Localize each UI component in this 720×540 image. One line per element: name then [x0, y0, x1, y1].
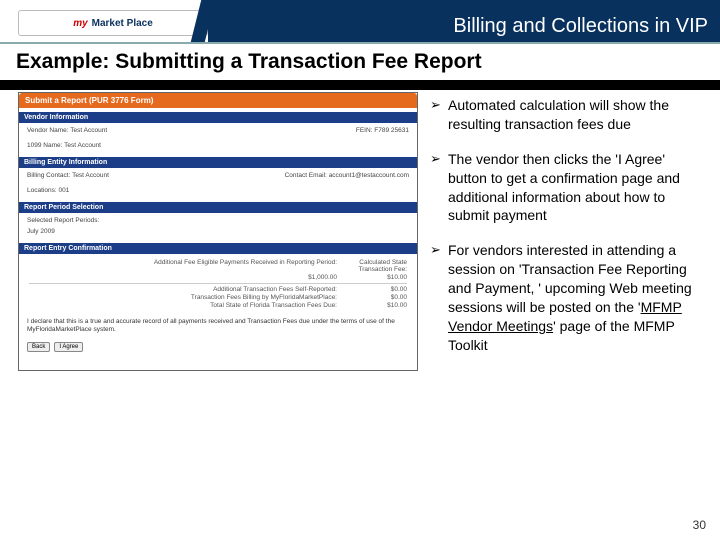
agree-button[interactable]: I Agree: [54, 342, 83, 352]
form-buttons: Back I Agree: [19, 339, 417, 358]
brand-logo: my Market Place: [18, 10, 208, 36]
calc-table: Additional Fee Eligible Payments Receive…: [19, 254, 417, 314]
form-title-band: Submit a Report (PUR 3776 Form): [19, 93, 417, 108]
period-value-row: July 2009: [19, 228, 417, 239]
section-underline: [0, 80, 720, 90]
vendor-info-band: Vendor Information: [19, 112, 417, 123]
page-title: Billing and Collections in VIP: [453, 15, 708, 38]
vendor-name-label: Vendor Name: Test Account: [27, 127, 107, 134]
period-value: July 2009: [27, 228, 55, 235]
period-band: Report Period Selection: [19, 202, 417, 213]
confirm-band: Report Entry Confirmation: [19, 243, 417, 254]
vendor-row-1: Vendor Name: Test Account FEIN: F789 256…: [19, 123, 417, 138]
slide-subheading: Example: Submitting a Transaction Fee Re…: [0, 44, 720, 78]
billing-row-1: Billing Contact: Test Account Contact Em…: [19, 168, 417, 183]
billing-row-2: Locations: 001: [19, 183, 417, 198]
logo-right: Market Place: [92, 18, 153, 29]
logo-left: my: [73, 18, 87, 29]
billing-contact: Billing Contact: Test Account: [27, 172, 109, 179]
title-bar: Billing and Collections in VIP: [208, 0, 720, 42]
declaration-text: I declare that this is a true and accura…: [19, 314, 417, 339]
back-button[interactable]: Back: [27, 342, 50, 352]
vendor-row-2: 1099 Name: Test Account: [19, 138, 417, 153]
fein-label: FEIN: F789 25631: [356, 127, 409, 134]
slide-content: Submit a Report (PUR 3776 Form) Vendor I…: [0, 90, 720, 371]
slide-header: my Market Place Billing and Collections …: [0, 0, 720, 42]
bullet-2: The vendor then clicks the 'I Agree' but…: [430, 150, 702, 226]
period-row: Selected Report Periods:: [19, 213, 417, 228]
form-screenshot: Submit a Report (PUR 3776 Form) Vendor I…: [18, 92, 418, 371]
contact-email: Contact Email: account1@testaccount.com: [285, 172, 409, 179]
billing-info-band: Billing Entity Information: [19, 157, 417, 168]
bullet-1: Automated calculation will show the resu…: [430, 96, 702, 134]
locations-label: Locations: 001: [27, 187, 69, 194]
period-label: Selected Report Periods:: [27, 217, 99, 224]
bullet-list: Automated calculation will show the resu…: [418, 90, 702, 371]
page-number: 30: [693, 518, 706, 532]
w9-name-label: 1099 Name: Test Account: [27, 142, 101, 149]
bullet-3: For vendors interested in attending a se…: [430, 241, 702, 354]
